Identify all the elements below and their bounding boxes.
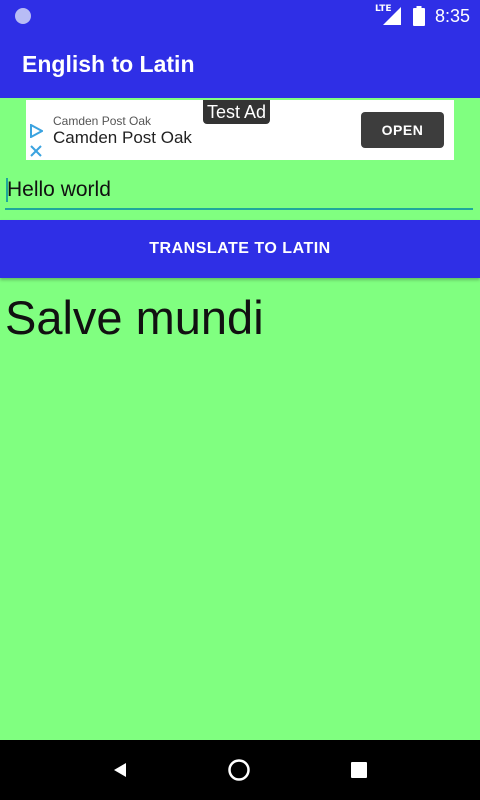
home-icon[interactable] bbox=[227, 758, 251, 782]
text-cursor bbox=[6, 178, 8, 202]
recent-apps-icon[interactable] bbox=[350, 761, 368, 779]
status-bar: LTE 8:35 bbox=[0, 0, 480, 32]
ad-open-button[interactable]: OPEN bbox=[361, 112, 444, 148]
navigation-bar bbox=[0, 740, 480, 800]
ad-advertiser: Camden Post Oak bbox=[53, 114, 152, 128]
ad-close-icon[interactable] bbox=[29, 144, 43, 158]
input-underline bbox=[5, 208, 473, 210]
battery-icon bbox=[412, 6, 425, 26]
test-ad-badge: Test Ad bbox=[203, 100, 271, 124]
ad-headline: Camden Post Oak bbox=[53, 128, 192, 147]
back-icon[interactable] bbox=[110, 760, 130, 780]
clock: 8:35 bbox=[434, 5, 470, 26]
english-text-input[interactable] bbox=[5, 172, 473, 208]
ad-choices-play-icon[interactable] bbox=[29, 124, 43, 138]
status-icons: LTE 8:35 bbox=[375, 4, 470, 28]
notification-dot-icon bbox=[15, 8, 31, 24]
english-input-container bbox=[5, 172, 473, 212]
app-title: English to Latin bbox=[22, 51, 195, 77]
lte-signal-icon: LTE bbox=[375, 5, 405, 27]
app-bar: English to Latin bbox=[0, 32, 480, 98]
translation-result: Salve mundi bbox=[5, 291, 264, 344]
ad-banner[interactable]: Test Ad Camden Post Oak Camden Post Oak … bbox=[26, 100, 454, 160]
translate-button[interactable]: TRANSLATE TO LATIN bbox=[0, 220, 480, 278]
